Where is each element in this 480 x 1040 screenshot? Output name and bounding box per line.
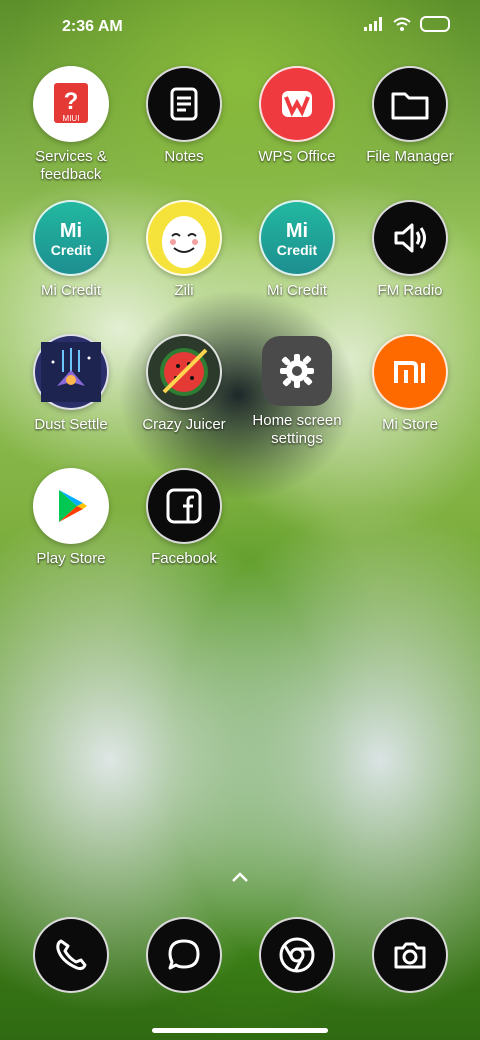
app-label: Crazy Juicer bbox=[142, 416, 226, 433]
home-indicator[interactable] bbox=[152, 1028, 328, 1033]
app-label: Mi Credit bbox=[266, 282, 327, 299]
app-services-feedback[interactable]: ? MIUI Services & feedback bbox=[15, 66, 127, 184]
app-notes[interactable]: Notes bbox=[128, 66, 240, 166]
app-fm-radio[interactable]: FM Radio bbox=[354, 200, 466, 300]
app-label: Zili bbox=[174, 282, 194, 299]
app-zili[interactable]: Zili bbox=[128, 200, 240, 300]
credit-badge-text: Credit bbox=[51, 242, 92, 258]
app-wps-office[interactable]: WPS Office bbox=[241, 66, 353, 166]
app-play-store[interactable]: Play Store bbox=[15, 468, 127, 568]
credit-badge-text: Credit bbox=[277, 242, 318, 258]
app-label: Play Store bbox=[36, 550, 106, 567]
app-mi-credit-2[interactable]: Mi Credit Mi Credit bbox=[241, 200, 353, 300]
zili-face-icon bbox=[146, 200, 222, 276]
svg-text:Mi: Mi bbox=[60, 220, 82, 242]
wifi-icon bbox=[392, 16, 412, 32]
app-facebook[interactable]: Facebook bbox=[128, 468, 240, 568]
app-label: Services & feedback bbox=[35, 148, 107, 183]
miui-badge-text: MIUI bbox=[63, 114, 80, 123]
app-file-manager[interactable]: File Manager bbox=[354, 66, 466, 166]
status-time: 2:36 AM bbox=[62, 18, 123, 35]
signal-icon bbox=[364, 17, 384, 31]
spaceship-icon bbox=[33, 334, 109, 410]
app-mi-credit-1[interactable]: Mi Credit Mi Credit bbox=[15, 200, 127, 300]
app-label: Notes bbox=[164, 148, 204, 165]
home-screen: 2:36 AM ? MIUI Services & feedback Notes… bbox=[0, 0, 480, 1040]
mi-logo-icon bbox=[372, 334, 448, 410]
play-store-icon bbox=[33, 468, 109, 544]
speaker-icon bbox=[372, 200, 448, 276]
status-bar: 2:36 AM bbox=[0, 0, 480, 56]
message-icon[interactable] bbox=[146, 917, 222, 993]
battery-icon bbox=[420, 16, 450, 32]
app-label: Facebook bbox=[151, 550, 217, 567]
mi-credit-icon: Mi Credit bbox=[259, 200, 335, 276]
app-label: Mi Credit bbox=[40, 282, 101, 299]
chrome-icon[interactable] bbox=[259, 917, 335, 993]
app-label: FM Radio bbox=[377, 282, 443, 299]
mi-credit-icon: Mi Credit bbox=[33, 200, 109, 276]
status-icons bbox=[364, 16, 450, 32]
dock bbox=[0, 915, 480, 1005]
phone-icon[interactable] bbox=[33, 917, 109, 993]
chevron-up-icon[interactable] bbox=[230, 868, 250, 888]
app-label: WPS Office bbox=[258, 148, 336, 165]
camera-icon[interactable] bbox=[372, 917, 448, 993]
app-label: File Manager bbox=[366, 148, 454, 165]
app-label: Dust Settle bbox=[34, 416, 108, 433]
miui-question-icon: ? MIUI bbox=[33, 66, 109, 142]
app-crazy-juicer[interactable]: Crazy Juicer bbox=[128, 334, 240, 434]
facebook-icon bbox=[146, 468, 222, 544]
app-home-screen-settings[interactable]: Home screen settings bbox=[241, 336, 353, 448]
app-mi-store[interactable]: Mi Store bbox=[354, 334, 466, 434]
svg-text:Mi: Mi bbox=[286, 220, 308, 242]
folder-icon bbox=[372, 66, 448, 142]
watermelon-icon bbox=[146, 334, 222, 410]
notes-icon bbox=[146, 66, 222, 142]
app-label: Home screen settings bbox=[252, 412, 342, 447]
svg-text:?: ? bbox=[64, 88, 79, 115]
app-dust-settle[interactable]: Dust Settle bbox=[15, 334, 127, 434]
gear-icon bbox=[262, 336, 332, 406]
wps-icon bbox=[259, 66, 335, 142]
app-label: Mi Store bbox=[382, 416, 438, 433]
